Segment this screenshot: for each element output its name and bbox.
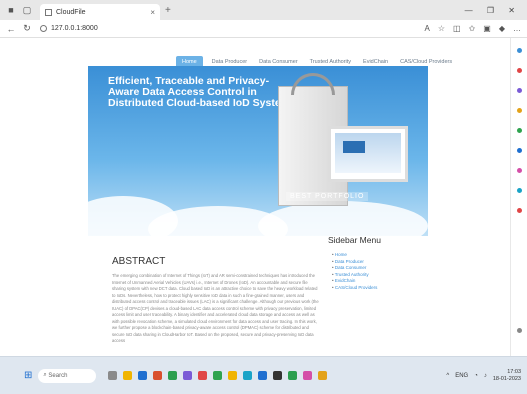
app-icon[interactable] bbox=[318, 371, 328, 380]
cloud-graphic bbox=[258, 201, 428, 236]
taskbar-search[interactable]: ⌕ Search bbox=[38, 368, 97, 383]
profile-icon[interactable]: ■ bbox=[6, 5, 16, 15]
windows-start-icon[interactable]: ⊞ bbox=[24, 370, 32, 381]
hero-banner-label: BEST PORTFOLIO bbox=[286, 192, 369, 201]
search-placeholder: Search bbox=[48, 372, 68, 379]
app-icon[interactable] bbox=[243, 371, 253, 380]
hero-title: Efficient, Traceable and Privacy-Aware D… bbox=[108, 75, 296, 109]
monitor-illustration bbox=[328, 126, 408, 182]
settings-icon[interactable] bbox=[517, 328, 522, 333]
wifi-icon[interactable]: ◔ bbox=[474, 373, 478, 379]
app-icon[interactable] bbox=[198, 371, 208, 380]
app-icon[interactable] bbox=[228, 371, 238, 380]
office-icon[interactable] bbox=[153, 371, 163, 380]
tab-actions-icon[interactable]: ▢ bbox=[22, 5, 32, 15]
shopping-icon[interactable] bbox=[517, 68, 522, 73]
tab-bar: ■ ▢ CloudFile × + — ❐ ✕ bbox=[0, 0, 527, 20]
language-indicator[interactable]: ENG bbox=[455, 373, 468, 379]
edge-icon[interactable] bbox=[138, 371, 148, 380]
taskbar: ⊞ ⌕ Search ^ ENG ◔ ♪ 17:03 18-01-2023 bbox=[0, 356, 527, 394]
task-view-icon[interactable] bbox=[108, 371, 118, 380]
app-icon[interactable] bbox=[258, 371, 268, 380]
toolbar-icons: A ☆ ◫ ✩ ▣ ◆ … bbox=[425, 24, 522, 33]
favorites-list-icon[interactable]: ✩ bbox=[469, 24, 476, 33]
file-explorer-icon[interactable] bbox=[123, 371, 133, 380]
back-button[interactable]: ← bbox=[6, 24, 16, 34]
designer-icon[interactable] bbox=[517, 168, 522, 173]
teams-icon[interactable] bbox=[183, 371, 193, 380]
browser-window: ■ ▢ CloudFile × + — ❐ ✕ ← ↻ 127.0.0.1:80… bbox=[0, 0, 527, 394]
app-icon[interactable] bbox=[288, 371, 298, 380]
sidebar-heading: Sidebar Menu bbox=[328, 235, 381, 245]
office-icon[interactable] bbox=[517, 128, 522, 133]
close-tab-icon[interactable]: × bbox=[150, 8, 155, 17]
taskbar-apps bbox=[108, 371, 328, 380]
abstract-heading: ABSTRACT bbox=[112, 256, 166, 267]
more-menu-icon[interactable]: … bbox=[513, 24, 521, 33]
chrome-icon[interactable] bbox=[168, 371, 178, 380]
site-info-icon[interactable] bbox=[40, 25, 47, 32]
system-tray: ^ ENG ◔ ♪ 17:03 18-01-2023 bbox=[446, 369, 521, 383]
favorites-star-icon[interactable]: ☆ bbox=[438, 24, 445, 33]
search-icon[interactable] bbox=[517, 48, 522, 53]
app-icon[interactable] bbox=[213, 371, 223, 380]
browser-tab[interactable]: CloudFile × bbox=[40, 4, 160, 20]
volume-icon[interactable]: ♪ bbox=[484, 373, 487, 379]
tools-icon[interactable] bbox=[517, 88, 522, 93]
games-icon[interactable] bbox=[517, 108, 522, 113]
split-screen-icon[interactable]: ◫ bbox=[453, 24, 461, 33]
app-icon[interactable] bbox=[273, 371, 283, 380]
tab-title: CloudFile bbox=[56, 8, 86, 16]
add-icon[interactable] bbox=[517, 208, 522, 213]
web-page: Home Data Producer Data Consumer Trusted… bbox=[0, 38, 510, 356]
url-field[interactable]: 127.0.0.1:8000 bbox=[40, 25, 98, 32]
url-text: 127.0.0.1:8000 bbox=[51, 25, 98, 32]
clock[interactable]: 17:03 18-01-2023 bbox=[493, 369, 521, 383]
sidebar-menu: Home Data Producer Data Consumer Trusted… bbox=[332, 252, 378, 292]
abstract-text: The emerging combination of Internet of … bbox=[112, 273, 319, 343]
address-bar: ← ↻ 127.0.0.1:8000 A ☆ ◫ ✩ ▣ ◆ … bbox=[0, 20, 527, 38]
window-controls[interactable]: — ❐ ✕ bbox=[465, 6, 521, 15]
favicon-icon bbox=[45, 8, 52, 16]
clock-time: 17:03 bbox=[507, 368, 521, 375]
outlook-icon[interactable] bbox=[517, 148, 522, 153]
clock-date: 18-01-2023 bbox=[492, 375, 521, 382]
copilot-icon[interactable]: ◆ bbox=[499, 24, 505, 33]
collections-icon[interactable]: ▣ bbox=[483, 24, 491, 33]
hero-banner: Efficient, Traceable and Privacy-Aware D… bbox=[88, 66, 428, 236]
app-icon[interactable] bbox=[303, 371, 313, 380]
new-tab-button[interactable]: + bbox=[165, 5, 171, 16]
drop-icon[interactable] bbox=[517, 188, 522, 193]
chevron-up-icon[interactable]: ^ bbox=[446, 373, 449, 379]
sidebar-item-cas-cloud[interactable]: CAS/Cloud Providers bbox=[332, 285, 378, 292]
browser-sidebar bbox=[510, 38, 527, 356]
reload-button[interactable]: ↻ bbox=[22, 23, 32, 34]
read-aloud-icon[interactable]: A bbox=[425, 24, 430, 33]
